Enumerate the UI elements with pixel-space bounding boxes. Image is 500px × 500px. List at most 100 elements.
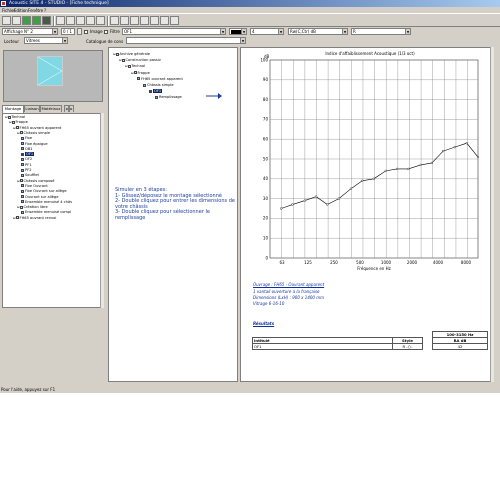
affichage-value: Affichage N° 2 xyxy=(4,29,33,34)
tree-item[interactable]: ⊟ FH65 ouvrant apparent xyxy=(13,126,61,131)
paste-icon[interactable] xyxy=(66,16,75,25)
check-icon[interactable] xyxy=(32,16,41,25)
tree-item[interactable]: Fixe épaigue xyxy=(21,142,48,147)
left-tabs: Montage Liaison Matériaux ◂ ▸ xyxy=(2,105,104,113)
locator-select[interactable]: Vitrees ▼ xyxy=(24,37,68,44)
settings-icon[interactable] xyxy=(130,16,139,25)
locator-label: Locteur xyxy=(4,38,20,44)
tree-item[interactable]: OF2 xyxy=(21,157,32,162)
r-select[interactable]: R ▼ xyxy=(351,28,411,35)
zoom-icon[interactable] xyxy=(96,16,105,25)
tree-item[interactable]: ⊟ FH65 ouvrant renvoi xyxy=(13,216,56,221)
y-tick-label: 50 xyxy=(263,156,269,161)
filtre-select[interactable]: OF1 ▼ xyxy=(122,28,226,35)
refresh-icon[interactable] xyxy=(22,16,31,25)
resultats-title: Résultats xyxy=(253,321,275,326)
prev-page-icon[interactable] xyxy=(77,28,82,35)
tree-item-label: Fixe Ouvrant xyxy=(25,183,48,188)
rw-select[interactable]: Rw(C;Ctr) dB ▼ xyxy=(288,28,348,35)
tree-item[interactable]: OB1 xyxy=(21,147,33,152)
list-icon[interactable] xyxy=(150,16,159,25)
y-tick-label: 70 xyxy=(263,117,269,122)
grid-icon[interactable] xyxy=(140,16,149,25)
tree-item[interactable]: ⊟ Frappe xyxy=(131,71,150,76)
data-point xyxy=(326,203,329,206)
chevron-down-icon[interactable]: ▼ xyxy=(52,29,57,34)
x-tick-label: 63 xyxy=(279,260,285,265)
tree-item[interactable]: PF1 xyxy=(21,163,32,168)
tree-item[interactable]: PF2 xyxy=(21,168,32,173)
tree-item[interactable]: ⊟ Châssis simple xyxy=(17,131,50,136)
tree-item[interactable]: Remplissage xyxy=(155,95,182,100)
tree-item[interactable]: Fixe xyxy=(21,136,32,141)
folder-icon xyxy=(19,131,23,135)
folder-icon xyxy=(21,173,24,177)
y-tick-label: 40 xyxy=(263,176,269,181)
affichage-select[interactable]: Affichage N° 2 ▼ xyxy=(2,28,58,35)
tree-item[interactable]: ⊟ Frappe xyxy=(9,120,28,125)
tree-item[interactable]: Fixe Ouvrant xyxy=(21,184,48,189)
folder-icon xyxy=(21,189,24,193)
export-icon[interactable] xyxy=(110,16,119,25)
folder-icon xyxy=(15,216,19,220)
window-thumbnail[interactable] xyxy=(37,56,63,86)
chevron-down-icon[interactable]: ▼ xyxy=(240,38,245,43)
chevron-down-icon[interactable]: ▼ xyxy=(405,29,410,34)
tree-item[interactable]: OF1 xyxy=(149,89,163,94)
chevron-down-icon[interactable]: ▼ xyxy=(342,29,347,34)
tree-item[interactable]: FH65 ouvrant apparent xyxy=(137,77,183,82)
color-select[interactable]: ▼ xyxy=(229,28,247,35)
instructions-text: Simuler en 3 étapes: 1- Glissez/déposez … xyxy=(115,187,235,221)
tree-item-label: Remplissage xyxy=(159,95,182,100)
tab-montage[interactable]: Montage xyxy=(2,105,24,113)
tree-item[interactable]: Ouvrant sur allège xyxy=(21,195,58,200)
print-icon[interactable] xyxy=(76,16,85,25)
folder-icon xyxy=(19,179,23,183)
copy-icon[interactable] xyxy=(56,16,65,25)
tree-item[interactable]: ⊟ Technal xyxy=(5,115,25,120)
open-icon[interactable] xyxy=(12,16,21,25)
chevron-down-icon[interactable]: ▼ xyxy=(241,29,246,34)
x-tick-label: 1000 xyxy=(381,260,392,265)
chevron-down-icon[interactable]: ▼ xyxy=(278,29,283,34)
tree-item[interactable]: Ensemble menuisé compl xyxy=(21,210,71,215)
locator-value: Vitrees xyxy=(26,38,40,43)
tree-item[interactable]: Soufflet xyxy=(21,173,39,178)
filtre-label: Filtre xyxy=(110,29,120,34)
y-tick-label: 0 xyxy=(265,255,268,260)
tree-item[interactable]: ⊟ Construction passiv xyxy=(119,58,161,63)
row-style: R -○- xyxy=(392,343,423,350)
calc-icon[interactable] xyxy=(42,16,51,25)
preview-pane xyxy=(3,50,103,102)
folder-icon xyxy=(21,136,24,140)
tab-materiaux[interactable]: Matériaux xyxy=(40,105,62,112)
chevron-down-icon[interactable]: ▼ xyxy=(62,38,67,43)
tree-item-label: Création libre xyxy=(23,205,48,210)
preview-icon[interactable] xyxy=(86,16,95,25)
info-icon[interactable] xyxy=(170,16,179,25)
report-scrollbar[interactable] xyxy=(490,47,494,382)
width-select[interactable]: 4 ▼ xyxy=(250,28,284,35)
chevron-down-icon[interactable]: ▼ xyxy=(220,29,225,34)
tree-item[interactable]: ⊟ Création libre xyxy=(17,205,48,210)
import-icon[interactable] xyxy=(120,16,129,25)
tree-item-label: Frappe xyxy=(15,120,28,125)
y-tick-label: 80 xyxy=(263,97,269,102)
tree-item[interactable]: Fixe Ouvrant sur allège xyxy=(21,189,67,194)
new-icon[interactable] xyxy=(2,16,11,25)
tab-scroll-right-icon[interactable]: ▸ xyxy=(69,105,74,112)
catalogue-select[interactable]: ▼ xyxy=(126,37,246,44)
tree-item[interactable]: OF1 xyxy=(21,152,35,157)
x-tick-label: 8000 xyxy=(461,260,472,265)
tree-item[interactable]: ⊟ Archive générale xyxy=(113,52,150,57)
tree-item[interactable]: ⊟ Châssis composé xyxy=(17,179,55,184)
tree-item[interactable]: Ensemble menuisé 4 châs xyxy=(21,200,72,205)
tree-item[interactable]: Châssis simple xyxy=(143,83,174,88)
tab-liaison[interactable]: Liaison xyxy=(24,105,40,112)
folder-icon xyxy=(21,195,24,198)
tree-scrollbar[interactable] xyxy=(100,113,104,308)
image-checkbox[interactable] xyxy=(84,29,88,34)
tree-item[interactable]: ⊟ Technal xyxy=(125,64,145,69)
help-icon[interactable] xyxy=(160,16,169,25)
filtre-checkbox[interactable] xyxy=(104,29,108,34)
